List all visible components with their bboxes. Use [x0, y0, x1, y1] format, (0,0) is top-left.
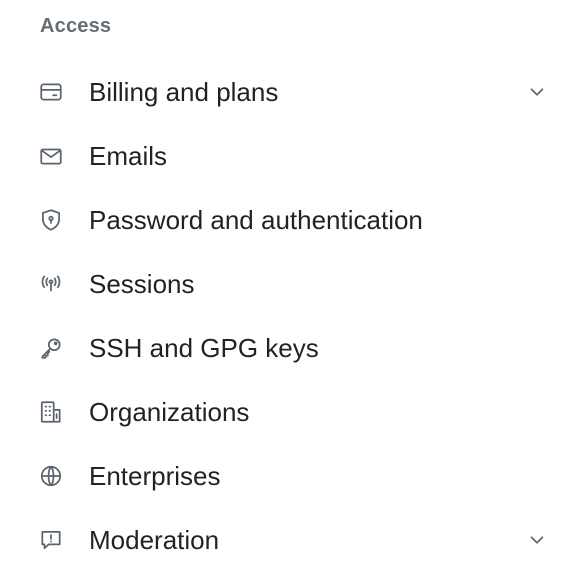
nav-item-moderation[interactable]: Moderation: [0, 508, 577, 572]
organization-icon: [38, 399, 64, 425]
nav-item-label: Sessions: [89, 268, 195, 299]
chevron-down-icon[interactable]: [526, 529, 548, 551]
settings-access-nav: Billing and plans Emails Password and au…: [0, 60, 577, 572]
nav-item-label: Emails: [89, 140, 168, 171]
nav-item-password-and-authentication[interactable]: Password and authentication: [0, 188, 577, 252]
nav-item-label: Password and authentication: [89, 204, 423, 235]
credit-card-icon: [38, 79, 64, 105]
nav-item-ssh-and-gpg-keys[interactable]: SSH and GPG keys: [0, 316, 577, 380]
nav-item-sessions[interactable]: Sessions: [0, 252, 577, 316]
nav-item-enterprises[interactable]: Enterprises: [0, 444, 577, 508]
nav-item-label: Billing and plans: [89, 76, 279, 107]
nav-item-emails[interactable]: Emails: [0, 124, 577, 188]
shield-lock-icon: [38, 207, 64, 233]
nav-item-organizations[interactable]: Organizations: [0, 380, 577, 444]
broadcast-icon: [38, 271, 64, 297]
chevron-down-icon[interactable]: [526, 81, 548, 103]
report-icon: [38, 527, 64, 553]
nav-item-label: Enterprises: [89, 460, 221, 491]
globe-icon: [38, 463, 64, 489]
nav-item-label: SSH and GPG keys: [89, 332, 319, 363]
mail-icon: [38, 143, 64, 169]
nav-item-billing-and-plans[interactable]: Billing and plans: [0, 60, 577, 124]
section-heading: Access: [40, 15, 112, 37]
nav-item-label: Organizations: [89, 396, 250, 427]
nav-item-label: Moderation: [89, 524, 220, 555]
key-icon: [38, 335, 64, 361]
